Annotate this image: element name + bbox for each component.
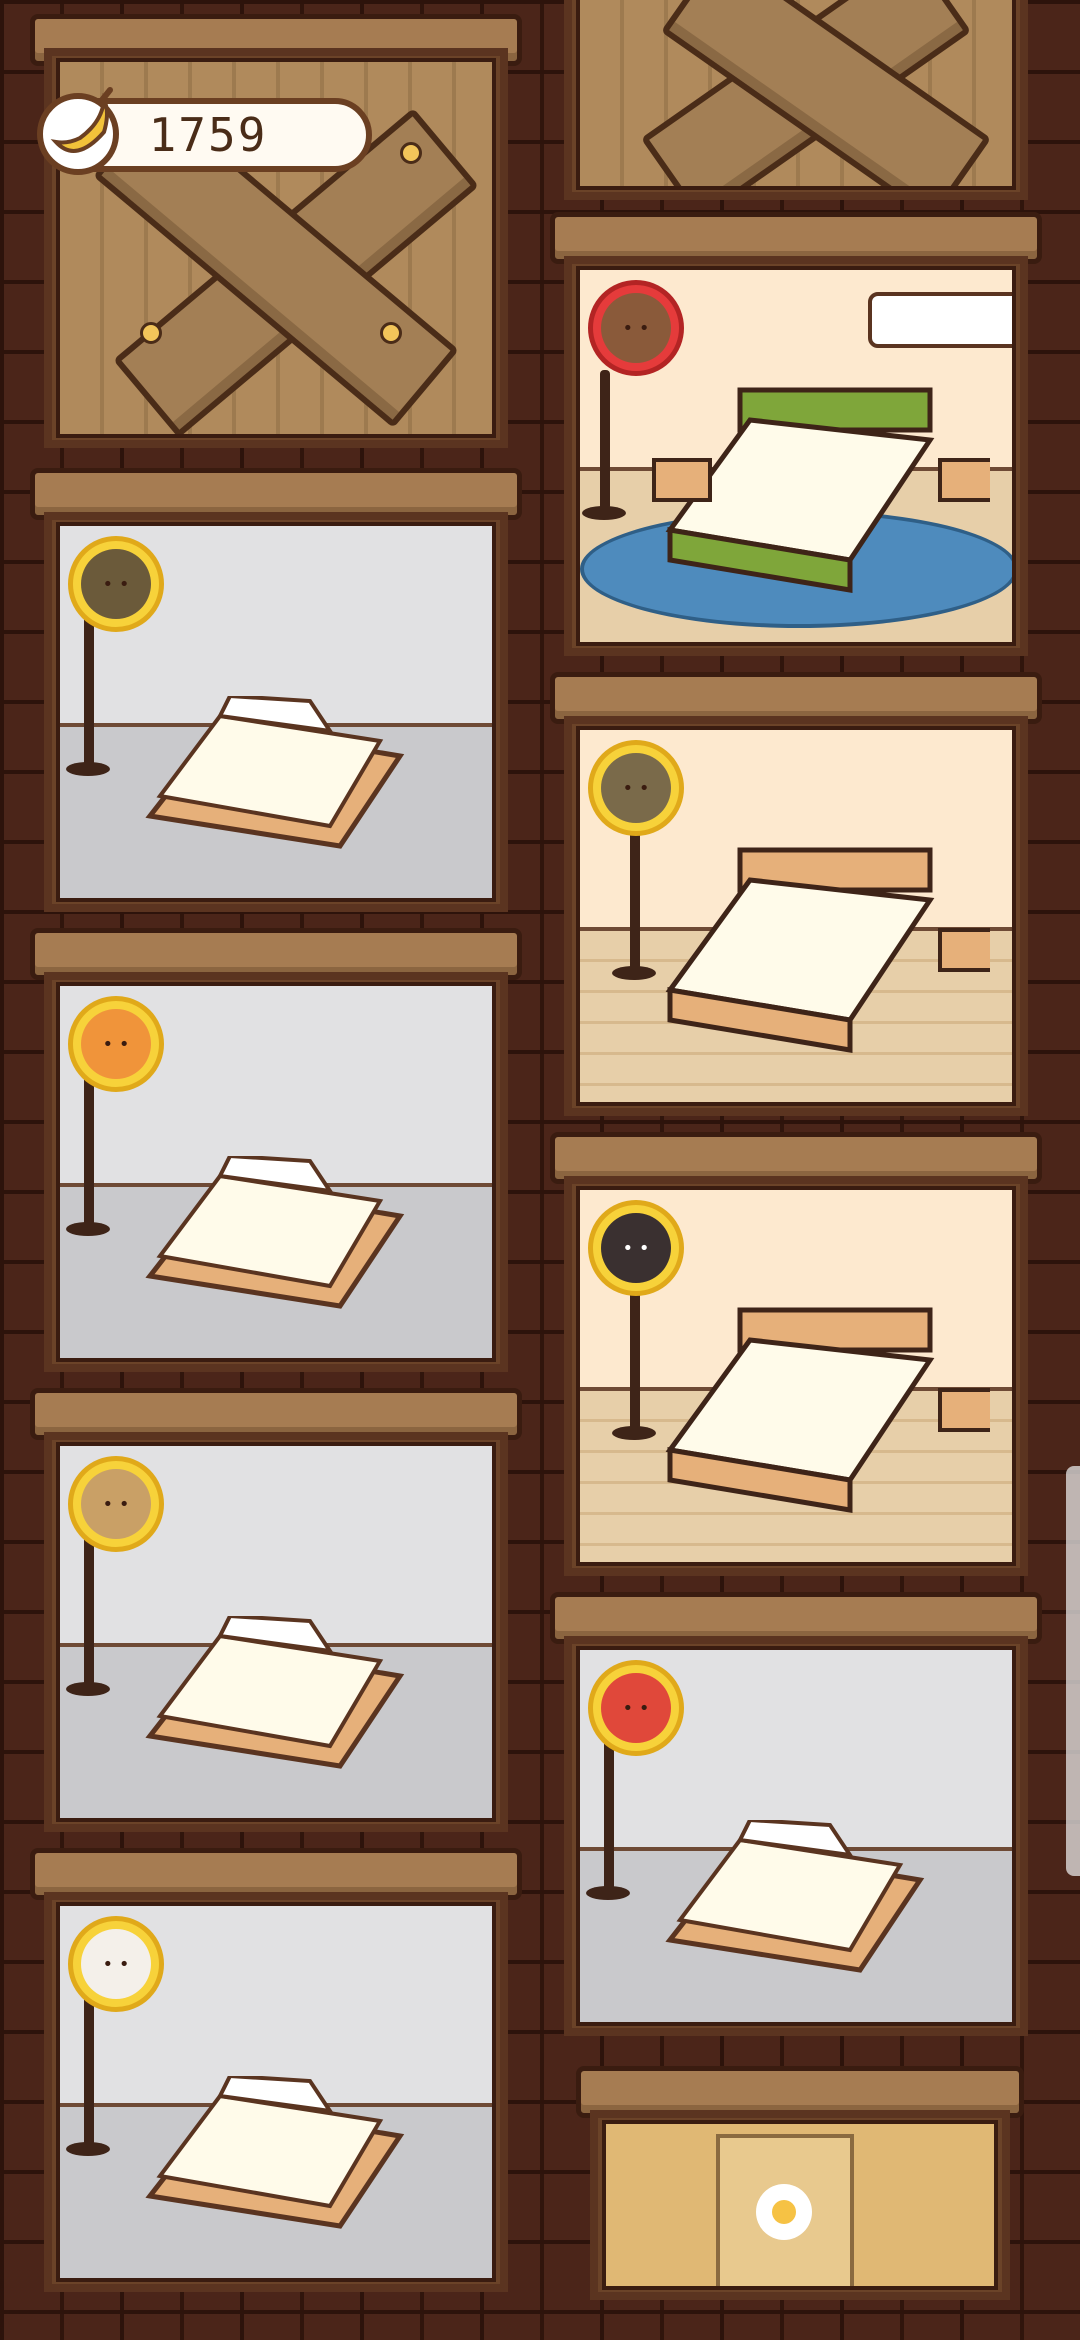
robot-monster-icon[interactable]: • • xyxy=(588,740,684,836)
room-burger-monster[interactable]: • • xyxy=(550,1592,1042,2036)
onion-monster-icon[interactable]: • • xyxy=(588,280,684,376)
air-conditioner xyxy=(868,292,1012,348)
bed xyxy=(665,1307,990,1513)
hat-monster-icon[interactable]: • • xyxy=(68,536,164,632)
bed xyxy=(665,1820,925,1973)
bunny-monster-icon[interactable]: • • xyxy=(68,1916,164,2012)
bed xyxy=(665,847,990,1053)
lion-monster-icon[interactable]: • • xyxy=(68,1456,164,1552)
scrollbar[interactable] xyxy=(1066,1466,1080,1876)
bed xyxy=(145,2076,405,2229)
room-robot-monster[interactable]: • • xyxy=(550,672,1042,1116)
banana-icon xyxy=(37,87,119,175)
room-onion-monster[interactable]: • • xyxy=(550,212,1042,656)
room-orange-monster[interactable]: • • xyxy=(30,928,522,1372)
boarded-room-right[interactable] xyxy=(564,0,1028,200)
orange-monster-icon[interactable]: • • xyxy=(68,996,164,1092)
room-hat-monster[interactable]: • • xyxy=(30,468,522,912)
bed xyxy=(145,696,405,849)
bed xyxy=(145,1616,405,1769)
banana-count: 1759 xyxy=(148,108,268,162)
room-bunny-monster[interactable]: • • xyxy=(30,1848,522,2292)
bed xyxy=(652,387,990,593)
dark-monster-icon[interactable]: • • xyxy=(588,1200,684,1296)
bed xyxy=(145,1156,405,1309)
room-lion-monster[interactable]: • • xyxy=(30,1388,522,1832)
burger-monster-icon[interactable]: • • xyxy=(588,1660,684,1756)
kitchen-room[interactable] xyxy=(576,2066,1024,2300)
room-dark-monster[interactable]: • • xyxy=(550,1132,1042,1576)
